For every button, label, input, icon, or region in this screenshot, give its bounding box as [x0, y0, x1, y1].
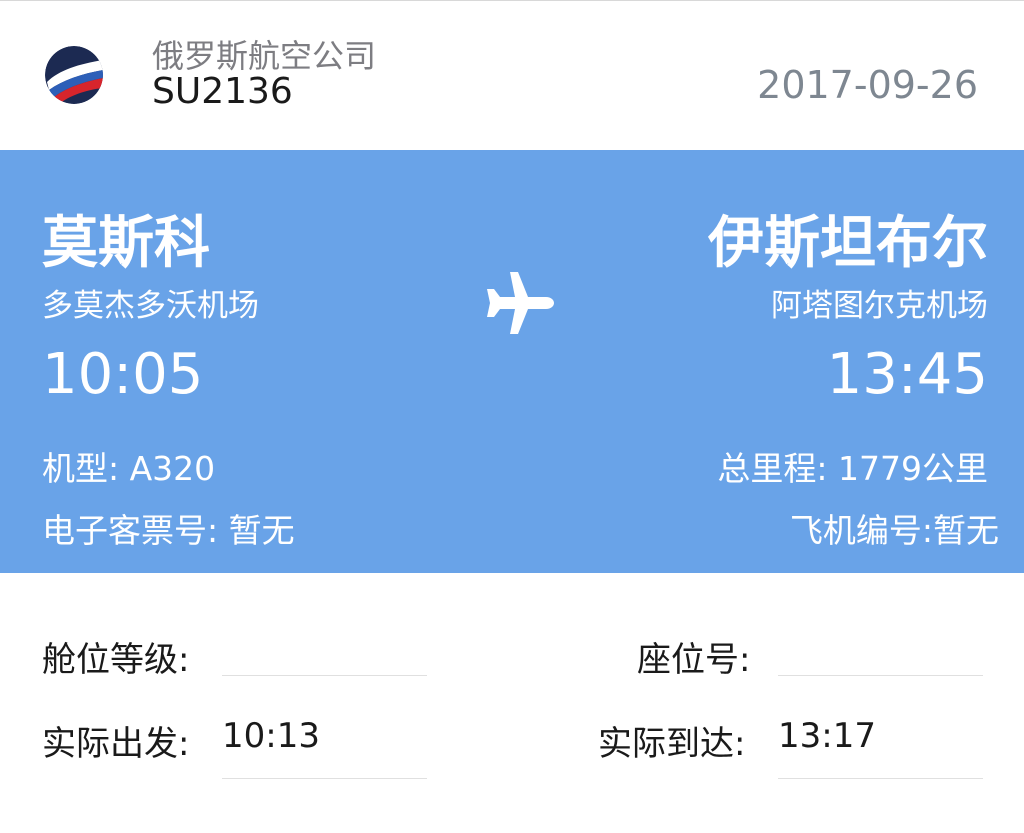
departure-city: 莫斯科 [42, 211, 210, 276]
arrival-airport: 阿塔图尔克机场 [771, 288, 988, 324]
plane-number: 飞机编号:暂无 [789, 511, 999, 550]
route-panel: 莫斯科 多莫杰多沃机场 10:05 机型: A320 电子客票号: 暂无 伊斯坦… [0, 150, 1024, 573]
flight-date: 2017-09-26 [757, 63, 978, 107]
flight-number: SU2136 [152, 71, 293, 112]
flight-header: 俄罗斯航空公司 SU2136 2017-09-26 [0, 1, 1024, 150]
total-distance: 总里程: 1779公里 [717, 449, 988, 488]
departure-airport: 多莫杰多沃机场 [42, 288, 259, 324]
actual-departure-underline [222, 778, 427, 779]
actual-arrival-label: 实际到达: [598, 724, 746, 764]
actual-departure-label: 实际出发: [42, 724, 190, 764]
departure-time: 10:05 [42, 342, 204, 407]
cabin-class-label: 舱位等级: [42, 640, 190, 680]
arrival-time: 13:45 [826, 342, 988, 407]
seat-number-label: 座位号: [637, 640, 751, 680]
eticket-number: 电子客票号: 暂无 [42, 511, 295, 550]
flight-detail-screen: 俄罗斯航空公司 SU2136 2017-09-26 莫斯科 多莫杰多沃机场 10… [0, 0, 1024, 833]
arrival-city: 伊斯坦布尔 [708, 211, 988, 276]
actual-arrival-underline [778, 778, 983, 779]
aeroflot-logo-icon [45, 46, 103, 104]
actual-departure-value: 10:13 [222, 716, 320, 756]
seat-number-underline [778, 675, 983, 676]
airplane-icon [484, 270, 554, 336]
cabin-class-underline [222, 675, 427, 676]
actual-arrival-value: 13:17 [778, 716, 876, 756]
aircraft-type: 机型: A320 [42, 449, 216, 488]
